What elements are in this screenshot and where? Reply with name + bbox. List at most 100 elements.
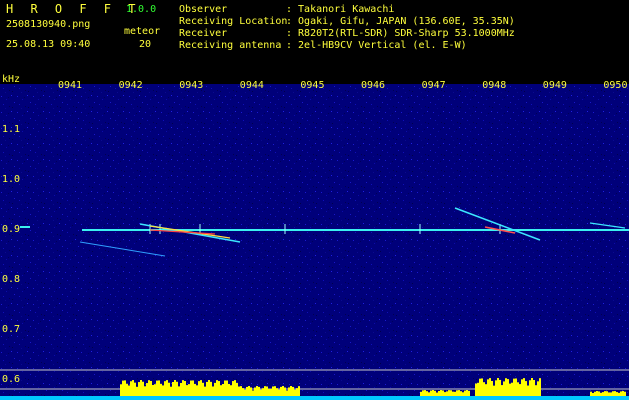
activity-bar-2-468	[468, 390, 470, 396]
activity-bar-0-140	[140, 380, 142, 396]
activity-bar-3-505	[505, 378, 507, 396]
field-value-receiver: : R820T2(RTL-SDR) SDR-Sharp 53.1000MHz	[286, 28, 515, 39]
activity-bar-0-162	[162, 385, 164, 396]
activity-bar-1-284	[284, 387, 286, 396]
activity-bar-3-499	[499, 379, 501, 396]
activity-bar-0-148	[148, 380, 150, 396]
activity-bar-4-606	[606, 391, 608, 396]
field-value-antenna: : 2el-HB9CV Vertical (el. E-W)	[286, 40, 467, 51]
activity-bar-0-190	[190, 380, 192, 396]
activity-bar-4-622	[622, 391, 624, 396]
activity-bar-2-444	[444, 392, 446, 396]
activity-bar-3-521	[521, 379, 523, 396]
activity-bar-3-525	[525, 381, 527, 396]
activity-bar-4-596	[596, 391, 598, 396]
activity-bar-0-216	[216, 380, 218, 396]
activity-bar-4-614	[614, 391, 616, 396]
activity-bar-2-452	[452, 391, 454, 396]
activity-bar-3-515	[515, 378, 517, 396]
activity-bar-0-120	[120, 384, 122, 396]
date-time: 25.08.13 09:40	[6, 39, 91, 50]
activity-bar-1-260	[260, 389, 262, 396]
activity-bar-0-180	[180, 382, 182, 396]
activity-bar-0-126	[126, 383, 128, 396]
activity-bar-0-124	[124, 380, 126, 396]
activity-bar-2-438	[438, 390, 440, 396]
activity-bar-0-188	[188, 384, 190, 396]
field-label-receiver: Receiver	[179, 28, 228, 39]
activity-bar-2-428	[428, 392, 430, 396]
activity-bar-4-590	[590, 391, 592, 396]
activity-bar-0-178	[178, 386, 180, 396]
activity-bar-3-475	[475, 383, 477, 396]
activity-bar-1-268	[268, 388, 270, 396]
activity-bar-3-495	[495, 380, 497, 396]
freq-tick-0-8: 0.8	[2, 274, 21, 285]
detection-count: 20	[139, 39, 152, 50]
activity-bar-2-450	[450, 390, 452, 396]
activity-bar-3-497	[497, 378, 499, 396]
activity-bar-3-533	[533, 380, 535, 396]
activity-bar-2-466	[466, 390, 468, 396]
activity-bar-0-128	[128, 385, 130, 396]
activity-bar-2-458	[458, 390, 460, 396]
activity-bar-0-154	[154, 384, 156, 396]
activity-bar-3-539	[539, 378, 541, 396]
activity-bar-3-507	[507, 379, 509, 396]
activity-bar-1-252	[252, 390, 254, 396]
time-tick-0950: 0950	[603, 80, 628, 91]
field-label-location: Receiving Location	[179, 16, 288, 27]
field-value-location: : Ogaki, Gifu, JAPAN (136.60E, 35.35N)	[286, 16, 515, 27]
activity-bar-0-176	[176, 381, 178, 396]
freq-tick-0-6: 0.6	[2, 374, 21, 385]
activity-bar-0-238	[238, 386, 240, 396]
activity-bar-1-264	[264, 386, 266, 396]
activity-bar-4-618	[618, 392, 620, 396]
activity-bar-0-150	[150, 380, 152, 396]
activity-bar-4-610	[610, 392, 612, 396]
field-label-observer: Observer	[179, 4, 228, 15]
freq-tick-1-0: 1.0	[2, 174, 21, 185]
activity-bar-1-270	[270, 388, 272, 396]
time-tick-0948: 0948	[482, 80, 507, 91]
activity-bar-0-172	[172, 381, 174, 396]
activity-bar-0-134	[134, 382, 136, 396]
activity-bar-0-186	[186, 385, 188, 396]
activity-bar-2-446	[446, 391, 448, 396]
activity-bar-0-208	[208, 380, 210, 396]
activity-bar-0-164	[164, 381, 166, 396]
activity-bar-2-432	[432, 390, 434, 396]
activity-bar-0-146	[146, 383, 148, 396]
activity-bar-0-202	[202, 382, 204, 396]
activity-bar-2-420	[420, 391, 422, 396]
activity-bar-0-196	[196, 385, 198, 396]
activity-bar-1-256	[256, 386, 258, 396]
activity-bar-1-258	[258, 386, 260, 396]
activity-bar-0-132	[132, 380, 134, 396]
activity-bar-0-144	[144, 386, 146, 396]
activity-bar-3-509	[509, 383, 511, 396]
activity-bar-0-152	[152, 385, 154, 396]
activity-bar-1-250	[250, 387, 252, 396]
activity-bar-0-200	[200, 380, 202, 396]
activity-bar-1-298	[298, 386, 300, 396]
freq-tick-1-1: 1.1	[2, 124, 21, 135]
activity-bar-3-481	[481, 378, 483, 396]
activity-bar-1-240	[240, 386, 242, 396]
activity-bar-0-184	[184, 381, 186, 396]
app-name: H R O F F T	[6, 2, 141, 16]
activity-bar-0-174	[174, 380, 176, 396]
activity-bar-1-248	[248, 386, 250, 396]
activity-bar-4-600	[600, 392, 602, 396]
activity-bar-0-198	[198, 381, 200, 396]
activity-bar-4-592	[592, 393, 594, 396]
activity-bar-0-138	[138, 382, 140, 396]
activity-bar-0-192	[192, 380, 194, 396]
activity-bar-4-602	[602, 392, 604, 396]
activity-bar-2-464	[464, 390, 466, 396]
y-axis-unit: kHz	[2, 74, 21, 85]
activity-bar-0-212	[212, 386, 214, 396]
activity-bar-0-136	[136, 386, 138, 396]
activity-bar-0-158	[158, 380, 160, 396]
activity-bar-4-624	[624, 391, 626, 396]
